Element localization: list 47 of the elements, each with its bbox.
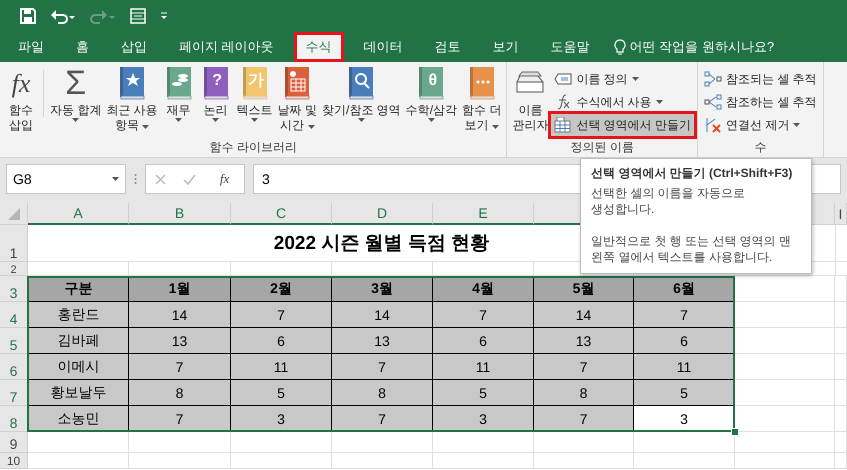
table-cell: 6	[231, 328, 332, 354]
tooltip-title: 선택 영역에서 만들기 (Ctrl+Shift+F3)	[591, 165, 794, 181]
table-cell: 7	[332, 406, 433, 432]
column-heading: 3월	[332, 276, 433, 302]
table-cell: 11	[634, 354, 735, 380]
table-cell: 3	[433, 406, 534, 432]
table-cell: 7	[129, 406, 231, 432]
table-cell: 홍란드	[28, 302, 129, 328]
table-cell: 7	[634, 302, 735, 328]
column-heading: 4월	[433, 276, 534, 302]
table-cell: 이메시	[28, 354, 129, 380]
table-cell: 13	[129, 328, 231, 354]
column-heading: 2월	[231, 276, 332, 302]
table-cell: 13	[534, 328, 634, 354]
table-cell: 7	[433, 302, 534, 328]
column-heading: 1월	[129, 276, 231, 302]
group-label: 함수 라이브러리	[208, 139, 298, 156]
table-cell: 8	[534, 380, 634, 406]
table-cell: 5	[231, 380, 332, 406]
table-cell: 7	[534, 406, 634, 432]
table-cell: 8	[129, 380, 231, 406]
table-cell: 11	[231, 354, 332, 380]
group-label: 수	[753, 139, 768, 156]
table-cell: 7	[231, 302, 332, 328]
function-icon: fx	[5, 66, 37, 100]
table-cell: 6	[634, 328, 735, 354]
table-cell: 14	[129, 302, 231, 328]
table-cell: 6	[433, 328, 534, 354]
table-cell: 13	[332, 328, 433, 354]
table-cell: 3	[231, 406, 332, 432]
table-cell: 7	[332, 354, 433, 380]
column-heading: 구분	[28, 276, 129, 302]
group-label: 정의된 이름	[570, 139, 635, 156]
table-cell: 14	[534, 302, 634, 328]
table-cell: 황보날두	[28, 380, 129, 406]
table-cell: 11	[433, 354, 534, 380]
column-heading: 6월	[634, 276, 735, 302]
table-cell: 7	[129, 354, 231, 380]
table-cell: 김바페	[28, 328, 129, 354]
column-heading: 5월	[534, 276, 634, 302]
table-cell: 8	[332, 380, 433, 406]
sum-icon: Σ	[60, 66, 92, 100]
table-cell: 14	[332, 302, 433, 328]
table-cell: 7	[534, 354, 634, 380]
table-cell: 5	[433, 380, 534, 406]
table-cell: 소농민	[28, 406, 129, 432]
table-cell: 5	[634, 380, 735, 406]
